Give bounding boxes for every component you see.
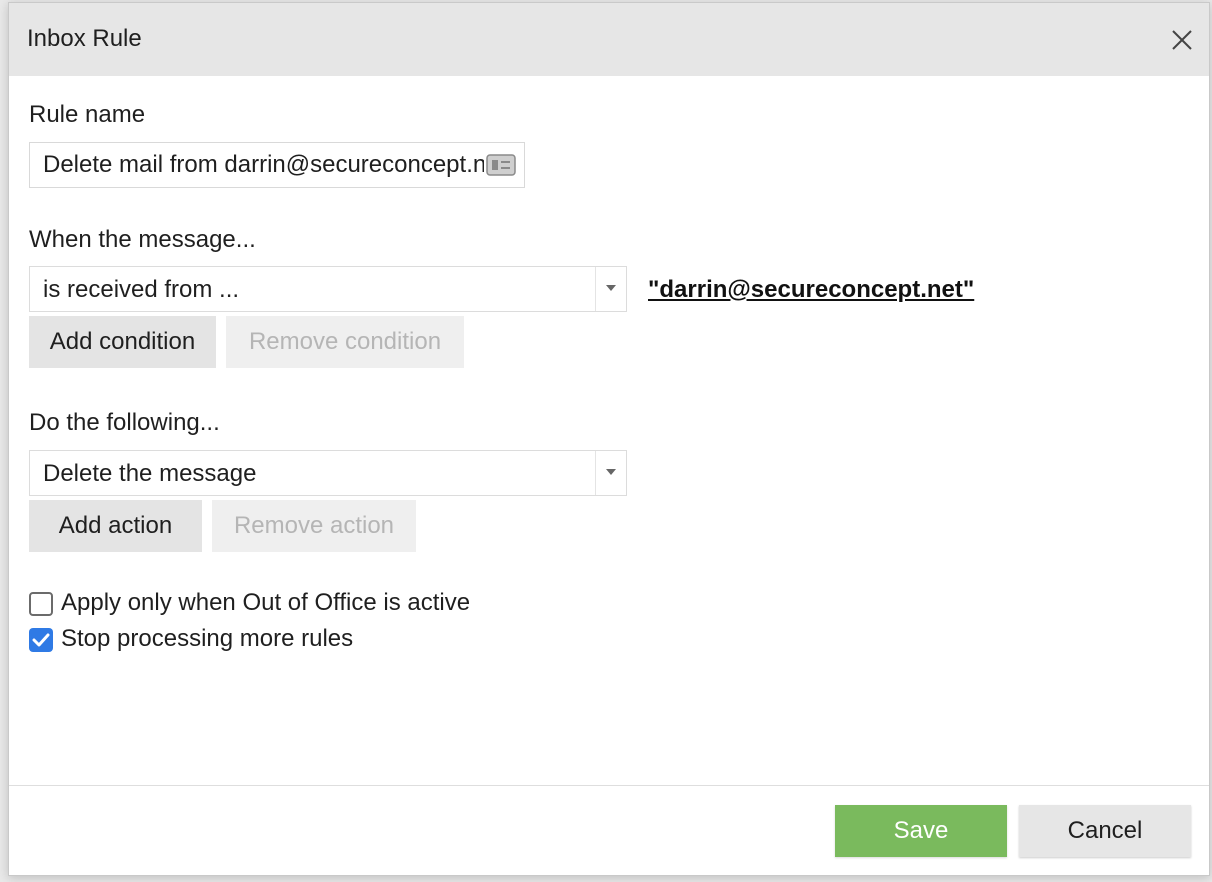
stop-processing-label[interactable]: Stop processing more rules: [61, 625, 353, 653]
dialog-title: Inbox Rule: [27, 25, 142, 52]
close-icon: [1172, 30, 1192, 50]
dialog-titlebar: Inbox Rule: [9, 3, 1209, 76]
condition-value-link[interactable]: "darrin@secureconcept.net": [648, 276, 974, 304]
rule-name-label: Rule name: [29, 101, 146, 128]
action-selected-value: Delete the message: [43, 460, 257, 487]
out-of-office-checkbox[interactable]: [29, 592, 53, 616]
add-condition-button[interactable]: Add condition: [29, 316, 216, 368]
rule-name-input[interactable]: [29, 142, 525, 188]
condition-dropdown-arrow[interactable]: [595, 267, 626, 311]
action-section-label: Do the following...: [29, 409, 220, 436]
cancel-button[interactable]: Cancel: [1019, 805, 1191, 857]
action-select[interactable]: Delete the message: [29, 450, 627, 496]
footer-divider: [9, 785, 1209, 786]
chevron-down-icon: [606, 285, 616, 291]
out-of-office-label[interactable]: Apply only when Out of Office is active: [61, 589, 470, 617]
inbox-rule-dialog: Inbox Rule Rule name When the message...…: [8, 2, 1210, 876]
chevron-down-icon: [606, 469, 616, 475]
contact-card-icon[interactable]: [486, 154, 516, 176]
condition-section-label: When the message...: [29, 226, 256, 253]
condition-select[interactable]: is received from ...: [29, 266, 627, 312]
remove-action-button[interactable]: Remove action: [212, 500, 416, 552]
close-button[interactable]: [1165, 23, 1199, 57]
action-dropdown-arrow[interactable]: [595, 451, 626, 495]
save-button[interactable]: Save: [835, 805, 1007, 857]
add-action-button[interactable]: Add action: [29, 500, 202, 552]
condition-selected-value: is received from ...: [43, 276, 240, 303]
checkmark-icon: [32, 633, 50, 647]
stop-processing-checkbox[interactable]: [29, 628, 53, 652]
remove-condition-button[interactable]: Remove condition: [226, 316, 464, 368]
